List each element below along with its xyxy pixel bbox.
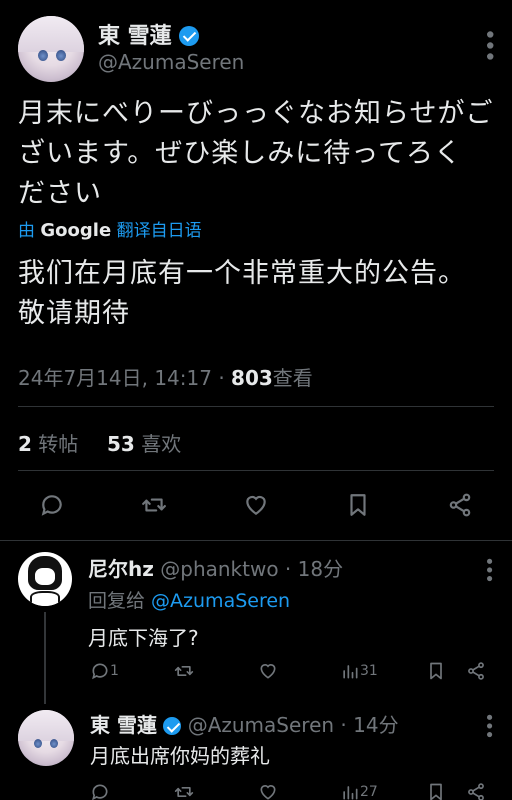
reposts-label: 转帖 xyxy=(38,432,79,456)
reply-icon xyxy=(92,663,108,680)
views-count: 803 xyxy=(231,366,273,390)
author-name[interactable]: 東 雪蓮 xyxy=(98,18,200,50)
repost-button[interactable] xyxy=(138,489,170,521)
repost-icon xyxy=(174,787,194,797)
author-name-text: 東 雪蓮 xyxy=(98,24,172,49)
reply-icon xyxy=(92,784,108,800)
reply-more-options-icon[interactable]: ••• xyxy=(478,712,499,738)
verified-badge-icon xyxy=(179,26,200,46)
bookmark-icon xyxy=(350,494,366,516)
reply-reply-button[interactable] xyxy=(90,782,110,800)
share-icon xyxy=(449,493,471,517)
reply-button[interactable] xyxy=(36,489,68,521)
reply-bookmark-button[interactable] xyxy=(426,661,446,681)
reply-repost-button[interactable] xyxy=(174,661,194,681)
share-icon xyxy=(468,783,484,800)
divider xyxy=(18,406,494,407)
views-label: 查看 xyxy=(272,366,313,390)
google-logo: Google xyxy=(40,220,112,241)
heart-icon xyxy=(246,495,266,515)
reply-author-name[interactable]: 尼尔hz xyxy=(88,557,154,581)
tweet-text-line: ざいます。ぜひ楽しみに待ってろく xyxy=(18,138,462,169)
translated-text-line: 我们在月底有一个非常重大的公告。 xyxy=(18,258,466,289)
likes-count: 53 xyxy=(107,432,135,456)
reply-icon xyxy=(41,495,62,516)
reply-to-handle[interactable]: @AzumaSeren xyxy=(151,590,290,612)
reply-header: 尼尔hz @phanktwo · 18分 xyxy=(88,553,343,582)
bookmark-icon xyxy=(430,783,442,800)
reply-like-button[interactable] xyxy=(258,661,278,681)
timestamp[interactable]: 24年7月14日, 14:17 · xyxy=(18,366,231,390)
more-options-icon[interactable]: ••• xyxy=(476,28,501,61)
reply-like-button[interactable] xyxy=(258,782,278,800)
reply-author-handle[interactable]: @AzumaSeren · 14分 xyxy=(188,713,399,737)
share-button[interactable] xyxy=(444,489,476,521)
translate-suffix: 翻译自日语 xyxy=(116,221,202,241)
bookmark-button[interactable] xyxy=(342,489,374,521)
bookmark-icon xyxy=(430,662,442,680)
likes-label: 喜欢 xyxy=(141,432,182,456)
reply-views-count: 31 xyxy=(360,663,378,679)
reply-text: 月底下海了? xyxy=(88,626,199,650)
translated-text: 我们在月底有一个非常重大的公告。 敬请期待 xyxy=(18,254,498,334)
reply-header: 東 雪蓮 @AzumaSeren · 14分 xyxy=(90,709,399,738)
reply-repost-button[interactable] xyxy=(174,782,194,800)
reposts-stat[interactable]: 2 转帖 xyxy=(18,432,78,456)
translate-prefix: 由 xyxy=(18,221,35,241)
reply-reply-count: 1 xyxy=(110,663,119,679)
reposts-count: 2 xyxy=(18,432,32,456)
tweet-text-line: ださい xyxy=(18,178,102,209)
tweet-meta: 24年7月14日, 14:17 · 803查看 xyxy=(18,362,313,391)
reply-author-name[interactable]: 東 雪蓮 xyxy=(90,713,157,737)
divider xyxy=(0,540,512,541)
author-avatar[interactable] xyxy=(18,16,84,82)
repost-icon xyxy=(174,666,194,676)
repost-icon xyxy=(142,498,166,512)
reply-avatar[interactable] xyxy=(18,710,74,766)
verified-badge-icon xyxy=(163,717,182,735)
reply-avatar[interactable] xyxy=(18,552,72,606)
reply-reply-button[interactable]: 1 xyxy=(90,661,119,681)
likes-stat[interactable]: 53 喜欢 xyxy=(107,432,181,456)
tweet-text-line: 月末にべりーびっっぐなお知らせがご xyxy=(18,98,494,129)
reply-share-button[interactable] xyxy=(466,782,486,800)
heart-icon xyxy=(260,664,276,679)
reply-text: 月底出席你妈的葬礼 xyxy=(90,744,270,768)
like-button[interactable] xyxy=(240,489,272,521)
tweet-text: 月末にべりーびっっぐなお知らせがご ざいます。ぜひ楽しみに待ってろく ださい xyxy=(18,94,498,214)
tweet-stats: 2 转帖 53 喜欢 xyxy=(18,428,181,457)
divider xyxy=(18,470,494,471)
author-handle[interactable]: @AzumaSeren xyxy=(98,50,244,74)
reply-more-options-icon[interactable]: ••• xyxy=(478,556,499,582)
views-icon xyxy=(343,786,358,800)
views-icon xyxy=(343,665,358,679)
reply-share-button[interactable] xyxy=(466,661,486,681)
heart-icon xyxy=(260,785,276,800)
reply-views-button[interactable]: 31 xyxy=(340,661,378,681)
translation-attribution[interactable]: 由 Google 翻译自日语 xyxy=(18,216,202,241)
reply-to-prefix: 回复给 xyxy=(88,590,152,612)
reply-bookmark-button[interactable] xyxy=(426,782,446,800)
thread-line xyxy=(44,612,46,704)
reply-views-button[interactable]: 27 xyxy=(340,782,378,800)
share-icon xyxy=(468,662,484,680)
reply-views-count: 27 xyxy=(360,784,378,800)
translated-text-line: 敬请期待 xyxy=(18,298,130,329)
reply-author-handle[interactable]: @phanktwo · 18分 xyxy=(160,557,343,581)
reply-to-line: 回复给 @AzumaSeren xyxy=(88,586,290,613)
